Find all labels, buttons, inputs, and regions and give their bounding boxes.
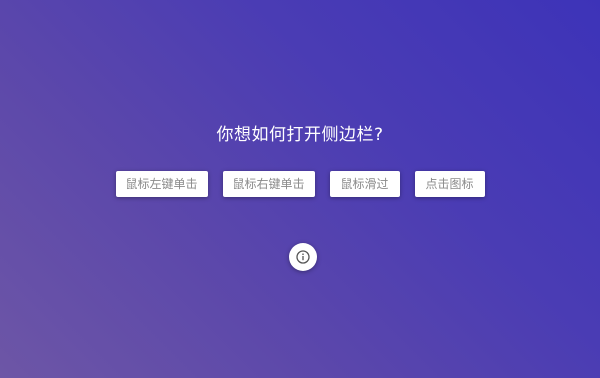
- hover-option-button[interactable]: 鼠标滑过: [329, 171, 400, 197]
- sidebar-open-question: 你想如何打开侧边栏?: [216, 125, 384, 145]
- right-click-option-button[interactable]: 鼠标右键单击: [222, 171, 315, 197]
- click-icon-option-button[interactable]: 点击图标: [414, 171, 485, 197]
- options-row: 鼠标左键单击 鼠标右键单击 鼠标滑过 点击图标: [0, 171, 600, 199]
- info-button[interactable]: [289, 243, 317, 271]
- info-icon: [296, 250, 310, 264]
- background: 你想如何打开侧边栏? 鼠标左键单击 鼠标右键单击 鼠标滑过 点击图标: [0, 0, 600, 378]
- left-click-option-button[interactable]: 鼠标左键单击: [115, 171, 208, 197]
